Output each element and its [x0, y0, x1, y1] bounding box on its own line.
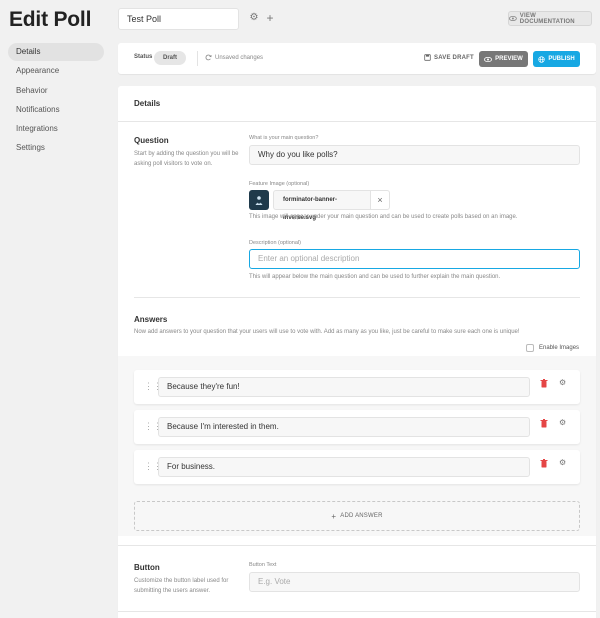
answer-item: ⋮⋮ For business. ⚙ — [134, 450, 580, 484]
status-divider — [197, 51, 198, 66]
button-text-input[interactable]: E.g. Vote — [249, 572, 580, 592]
question-section-description: Start by adding the question you will be… — [134, 151, 239, 167]
add-answer-label: ADD ANSWER — [340, 513, 383, 519]
drag-handle-icon[interactable]: ⋮⋮ — [144, 381, 162, 392]
trash-icon[interactable] — [540, 379, 548, 388]
main-question-label: What is your main question? — [249, 135, 319, 141]
sidebar-nav: Details Appearance Behavior Notification… — [8, 43, 104, 159]
details-panel: Details Question Start by adding the que… — [118, 86, 596, 618]
drag-handle-icon[interactable]: ⋮⋮ — [144, 421, 162, 432]
plus-icon: + — [331, 511, 337, 521]
settings-gear-icon[interactable]: ⚙ — [248, 12, 260, 24]
main-question-input[interactable]: Why do you like polls? — [249, 145, 580, 165]
view-documentation-button[interactable]: VIEW DOCUMENTATION — [508, 11, 592, 26]
status-badge: Draft — [154, 51, 186, 65]
sidebar-item-settings[interactable]: Settings — [8, 139, 104, 157]
section-divider — [118, 611, 596, 612]
preview-button[interactable]: PREVIEW — [479, 51, 528, 67]
save-draft-label: SAVE DRAFT — [434, 54, 474, 61]
description-label: Description (optional) — [249, 240, 301, 246]
sidebar-item-appearance[interactable]: Appearance — [8, 62, 104, 80]
description-input[interactable]: Enter an optional description — [249, 249, 580, 269]
details-divider — [118, 121, 596, 122]
status-bar: Status Draft Unsaved changes SAVE DRAFT … — [118, 43, 596, 74]
globe-icon — [538, 55, 545, 63]
preview-label: PREVIEW — [495, 56, 523, 62]
trash-icon[interactable] — [540, 419, 548, 428]
button-text-label: Button Text — [249, 562, 277, 568]
unsaved-changes-text: Unsaved changes — [215, 54, 264, 61]
answer-settings-gear-icon[interactable]: ⚙ — [559, 379, 567, 387]
drag-handle-icon[interactable]: ⋮⋮ — [144, 461, 162, 472]
answers-section-description: Now add answers to your question that yo… — [134, 329, 520, 335]
image-thumbnail-icon — [255, 195, 263, 205]
section-divider — [118, 545, 596, 546]
answer-input[interactable]: Because I'm interested in them. — [158, 417, 530, 437]
button-section-title: Button — [134, 563, 160, 572]
sidebar-item-notifications[interactable]: Notifications — [8, 101, 104, 119]
answer-input[interactable]: Because they're fun! — [158, 377, 530, 397]
answer-input[interactable]: For business. — [158, 457, 530, 477]
feature-image-label: Feature Image (optional) — [249, 181, 310, 187]
section-divider — [134, 297, 580, 298]
feature-image-uploader: forminator-banner-inverse.svg × — [249, 190, 390, 221]
enable-images-toggle[interactable]: Enable Images — [526, 344, 579, 352]
answers-section-title: Answers — [134, 315, 168, 324]
status-label: Status — [134, 54, 153, 60]
answer-settings-gear-icon[interactable]: ⚙ — [559, 459, 567, 467]
answer-item: ⋮⋮ Because they're fun! ⚙ — [134, 370, 580, 404]
answer-item: ⋮⋮ Because I'm interested in them. ⚙ — [134, 410, 580, 444]
feature-image-help: This image will appear under your main q… — [249, 214, 518, 220]
answer-settings-gear-icon[interactable]: ⚙ — [559, 419, 567, 427]
save-icon — [424, 54, 431, 61]
feature-image-thumbnail[interactable] — [249, 190, 269, 210]
view-documentation-label: VIEW DOCUMENTATION — [519, 12, 575, 25]
publish-button[interactable]: PUBLISH — [533, 51, 580, 67]
details-title: Details — [134, 99, 161, 108]
add-answer-button[interactable]: + ADD ANSWER — [134, 501, 580, 531]
sidebar-item-integrations[interactable]: Integrations — [8, 120, 104, 138]
publish-label: PUBLISH — [548, 56, 575, 62]
enable-images-checkbox[interactable] — [526, 344, 534, 352]
save-draft-button[interactable]: SAVE DRAFT — [424, 54, 474, 61]
description-help: This will appear below the main question… — [249, 274, 501, 280]
unsaved-changes-indicator: Unsaved changes — [205, 54, 263, 61]
eye-icon — [509, 16, 517, 21]
sidebar-item-details[interactable]: Details — [8, 43, 104, 61]
enable-images-label: Enable Images — [539, 345, 580, 351]
trash-icon[interactable] — [540, 459, 548, 468]
poll-name-input[interactable]: Test Poll — [118, 8, 239, 30]
question-section-title: Question — [134, 136, 169, 145]
add-icon[interactable]: + — [264, 12, 276, 24]
sidebar-item-behavior[interactable]: Behavior — [8, 82, 104, 100]
page-title: Edit Poll — [9, 8, 92, 31]
sync-icon — [205, 54, 212, 61]
feature-image-filename: forminator-banner-inverse.svg — [273, 190, 371, 221]
button-section-description: Customize the button label used for subm… — [134, 578, 229, 594]
remove-image-button[interactable]: × — [370, 190, 390, 210]
eye-icon — [484, 56, 493, 62]
